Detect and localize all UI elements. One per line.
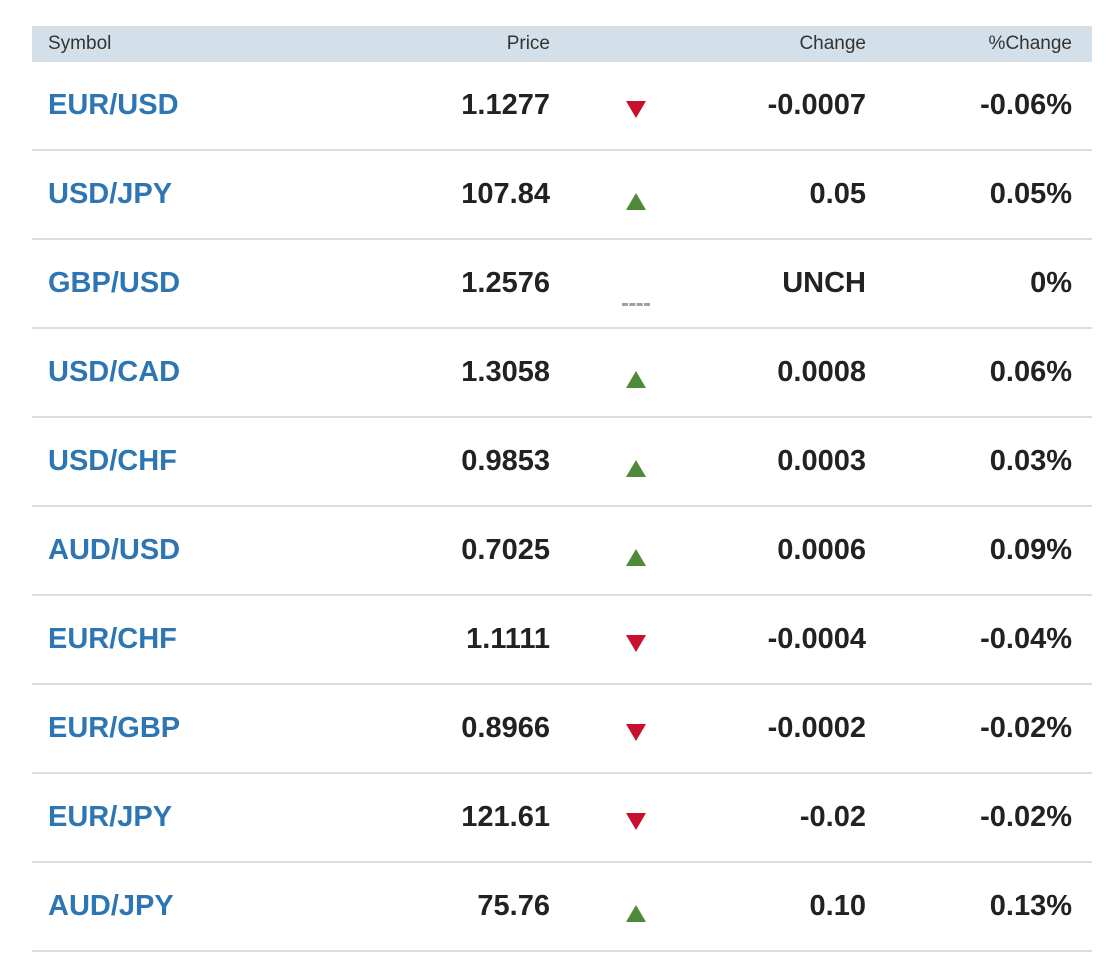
- triangle-up-icon: [626, 460, 646, 477]
- triangle-up-icon: [626, 905, 646, 922]
- triangle-up-icon: [626, 371, 646, 388]
- triangle-down-icon: [626, 635, 646, 652]
- pct-change-value: -0.04%: [980, 623, 1072, 655]
- price-value: 1.1277: [461, 89, 550, 121]
- table-row: USD/JPY 107.84 0.05 0.05%: [32, 151, 1092, 240]
- triangle-up-icon: [626, 549, 646, 566]
- price-value: 0.8966: [461, 712, 550, 744]
- change-value: -0.0004: [767, 623, 866, 655]
- symbol-link[interactable]: AUD/USD: [32, 534, 332, 567]
- change-value: -0.0002: [767, 712, 866, 744]
- price-value: 75.76: [477, 890, 550, 922]
- change-value: 0.0008: [777, 356, 866, 388]
- table-row: AUD/JPY 75.76 0.10 0.13%: [32, 863, 1092, 952]
- pct-change-value: 0.09%: [989, 534, 1072, 566]
- pct-change-value: 0.06%: [989, 356, 1072, 388]
- triangle-down-icon: [626, 724, 646, 741]
- symbol-link[interactable]: USD/CAD: [32, 356, 332, 389]
- table-row: GBP/USD 1.2576 UNCH 0%: [32, 240, 1092, 329]
- change-value: 0.10: [809, 890, 866, 922]
- triangle-down-icon: [626, 813, 646, 830]
- table-row: EUR/CHF 1.1111 -0.0004 -0.04%: [32, 596, 1092, 685]
- table-row: EUR/JPY 121.61 -0.02 -0.02%: [32, 774, 1092, 863]
- currency-quote-table: Symbol Price Change %Change EUR/USD 1.12…: [32, 26, 1092, 952]
- price-value: 0.9853: [461, 445, 550, 477]
- price-value: 1.3058: [461, 356, 550, 388]
- price-value: 107.84: [461, 178, 550, 210]
- table-row: EUR/GBP 0.8966 -0.0002 -0.02%: [32, 685, 1092, 774]
- pct-change-value: 0.05%: [989, 178, 1072, 210]
- symbol-link[interactable]: EUR/GBP: [32, 712, 332, 745]
- symbol-link[interactable]: AUD/JPY: [32, 890, 332, 923]
- price-value: 1.2576: [461, 267, 550, 299]
- symbol-link[interactable]: EUR/JPY: [32, 801, 332, 834]
- table-row: USD/CAD 1.3058 0.0008 0.06%: [32, 329, 1092, 418]
- pct-change-value: -0.02%: [980, 712, 1072, 744]
- price-value: 121.61: [461, 801, 550, 833]
- price-value: 0.7025: [461, 534, 550, 566]
- price-column-header[interactable]: Price: [332, 33, 550, 55]
- symbol-link[interactable]: GBP/USD: [32, 267, 332, 300]
- pct-change-value: -0.06%: [980, 89, 1072, 121]
- change-value: 0.05: [809, 178, 866, 210]
- pct-change-value: 0.13%: [989, 890, 1072, 922]
- table-row: EUR/USD 1.1277 -0.0007 -0.06%: [32, 62, 1092, 151]
- symbol-column-header[interactable]: Symbol: [32, 33, 332, 55]
- change-value: -0.02: [799, 801, 866, 833]
- pct-change-value: 0%: [1030, 267, 1072, 299]
- symbol-link[interactable]: EUR/USD: [32, 89, 332, 122]
- symbol-link[interactable]: USD/CHF: [32, 445, 332, 478]
- change-column-header[interactable]: Change: [722, 33, 866, 55]
- change-value: 0.0006: [777, 534, 866, 566]
- symbol-link[interactable]: USD/JPY: [32, 178, 332, 211]
- change-value: UNCH: [782, 267, 866, 299]
- triangle-up-icon: [626, 193, 646, 210]
- table-header: Symbol Price Change %Change: [32, 26, 1092, 62]
- unchanged-dash-icon: [622, 303, 650, 306]
- pct-change-value: 0.03%: [989, 445, 1072, 477]
- pct-change-value: -0.02%: [980, 801, 1072, 833]
- symbol-link[interactable]: EUR/CHF: [32, 623, 332, 656]
- change-value: -0.0007: [767, 89, 866, 121]
- price-value: 1.1111: [466, 623, 550, 655]
- pct-change-column-header[interactable]: %Change: [866, 33, 1072, 55]
- table-row: AUD/USD 0.7025 0.0006 0.09%: [32, 507, 1092, 596]
- triangle-down-icon: [626, 101, 646, 118]
- change-value: 0.0003: [777, 445, 866, 477]
- table-row: USD/CHF 0.9853 0.0003 0.03%: [32, 418, 1092, 507]
